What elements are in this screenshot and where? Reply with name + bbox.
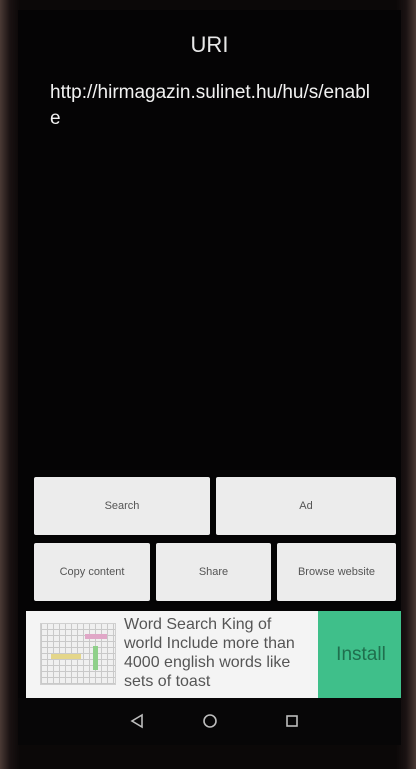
device-frame: URI http://hirmagazin.sulinet.hu/hu/s/en… bbox=[0, 0, 416, 769]
ad-banner[interactable]: Word Search King of world Include more t… bbox=[26, 611, 401, 698]
search-button[interactable]: Search bbox=[34, 477, 210, 535]
browse-website-button[interactable]: Browse website bbox=[277, 543, 396, 601]
install-button[interactable]: Install bbox=[318, 611, 401, 698]
recents-square-icon[interactable] bbox=[277, 706, 307, 736]
ad-description: Word Search King of world Include more t… bbox=[124, 616, 295, 690]
uri-text: http://hirmagazin.sulinet.hu/hu/s/enable bbox=[50, 82, 371, 129]
home-circle-icon[interactable] bbox=[195, 706, 225, 736]
ad-button[interactable]: Ad bbox=[216, 477, 396, 535]
ad-app-thumbnail bbox=[40, 623, 116, 685]
navigation-bar bbox=[18, 698, 401, 745]
share-button[interactable]: Share bbox=[156, 543, 271, 601]
copy-content-button[interactable]: Copy content bbox=[34, 543, 150, 601]
phone-screen: URI http://hirmagazin.sulinet.hu/hu/s/en… bbox=[18, 10, 401, 745]
page-title: URI bbox=[190, 32, 229, 57]
back-triangle-icon[interactable] bbox=[122, 706, 152, 736]
